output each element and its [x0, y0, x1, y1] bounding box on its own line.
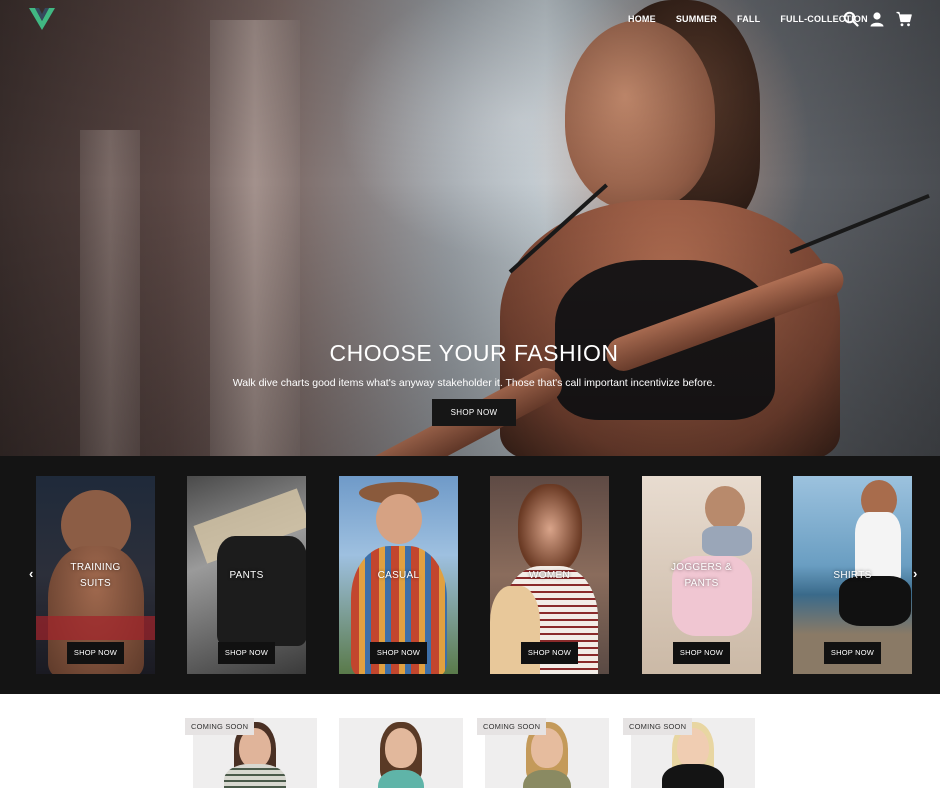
user-icon[interactable]: [869, 11, 885, 27]
category-card-joggers-pants[interactable]: JOGGERS & PANTS SHOP NOW: [642, 476, 761, 674]
nav-summer[interactable]: SUMMER: [676, 14, 717, 24]
hero-shop-now-button[interactable]: SHOP NOW: [431, 399, 517, 426]
nav-links: HOME SUMMER FALL FULL-COLLECTION: [628, 14, 868, 24]
nav-home[interactable]: HOME: [628, 14, 656, 24]
hero-banner: HOME SUMMER FALL FULL-COLLECTION CHOOSE …: [0, 0, 940, 456]
category-shop-now-button[interactable]: SHOP NOW: [521, 642, 578, 664]
category-label: TRAINING SUITS: [70, 562, 121, 589]
cart-icon[interactable]: [896, 11, 912, 27]
coming-soon-badge: COMING SOON: [477, 718, 547, 735]
category-card-training-suits[interactable]: TRAINING SUITS SHOP NOW: [36, 476, 155, 674]
category-label: JOGGERS & PANTS: [670, 562, 733, 589]
coming-soon-badge: COMING SOON: [623, 718, 693, 735]
hero-subtitle: Walk dive charts good items what's anywa…: [232, 377, 716, 389]
category-carousel: ‹ › TRAINING SUITS SHOP NOW PANTS SHOP NO…: [0, 456, 940, 694]
category-card-shirts[interactable]: SHIRTS SHOP NOW: [793, 476, 912, 674]
category-label: SHIRTS: [833, 570, 872, 581]
carousel-prev-arrow-icon[interactable]: ‹: [29, 566, 33, 581]
product-card[interactable]: [339, 718, 463, 788]
logo[interactable]: [29, 8, 55, 30]
category-label: CASUAL: [377, 570, 420, 581]
category-shop-now-button[interactable]: SHOP NOW: [370, 642, 427, 664]
category-label: WOMEN: [529, 570, 570, 581]
category-label: PANTS: [229, 570, 264, 581]
category-card-women[interactable]: WOMEN SHOP NOW: [490, 476, 609, 674]
search-icon[interactable]: [843, 11, 859, 27]
category-shop-now-button[interactable]: SHOP NOW: [67, 642, 124, 664]
carousel-next-arrow-icon[interactable]: ›: [913, 566, 917, 581]
category-shop-now-button[interactable]: SHOP NOW: [218, 642, 275, 664]
category-shop-now-button[interactable]: SHOP NOW: [824, 642, 881, 664]
product-grid: COMING SOON COMING SOON COMING SOON: [0, 694, 940, 788]
category-shop-now-button[interactable]: SHOP NOW: [673, 642, 730, 664]
category-card-pants[interactable]: PANTS SHOP NOW: [187, 476, 306, 674]
category-card-casual[interactable]: CASUAL SHOP NOW: [339, 476, 458, 674]
hero-content: CHOOSE YOUR FASHION Walk dive charts goo…: [0, 340, 940, 426]
nav-fall[interactable]: FALL: [737, 14, 760, 24]
coming-soon-badge: COMING SOON: [185, 718, 255, 735]
top-navigation: HOME SUMMER FALL FULL-COLLECTION: [0, 0, 940, 40]
hero-title: CHOOSE YOUR FASHION: [329, 340, 619, 366]
